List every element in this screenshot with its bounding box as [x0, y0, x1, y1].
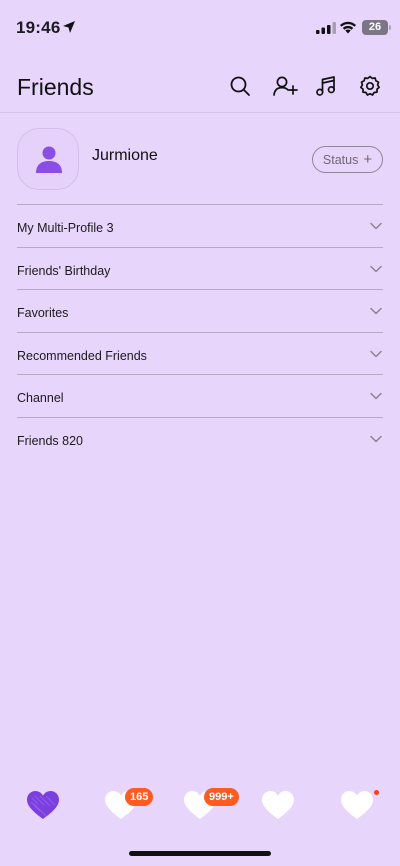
- section-label: Channel: [17, 391, 64, 406]
- wifi-icon: [340, 21, 356, 34]
- tab-friends-heart-icon[interactable]: [26, 790, 60, 820]
- friends-sections: My Multi-Profile 3 Friends' Birthday Fav…: [17, 204, 383, 460]
- section-recommended-friends[interactable]: Recommended Friends: [17, 331, 383, 375]
- chevron-down-icon: [370, 393, 382, 400]
- battery-nub: [389, 25, 391, 30]
- battery-icon: 26: [362, 20, 388, 35]
- chevron-down-icon: [370, 435, 382, 443]
- chevron-down-icon: [370, 265, 382, 272]
- home-indicator: [129, 851, 271, 856]
- section-favorites[interactable]: Favorites: [17, 289, 383, 332]
- chevron-down-icon: [370, 222, 382, 230]
- profile-name: Jurmione: [92, 147, 158, 164]
- settings-gear-icon[interactable]: [358, 74, 382, 98]
- chevron-down-icon: [370, 350, 382, 357]
- person-icon: [36, 146, 62, 173]
- header-divider: [0, 112, 400, 113]
- avatar[interactable]: [17, 128, 79, 190]
- battery-level: 26: [368, 21, 382, 33]
- my-profile[interactable]: Jurmione Status +: [0, 125, 400, 195]
- section-label: Friends 820: [17, 433, 84, 448]
- plus-icon: +: [363, 151, 373, 168]
- section-friends-birthday[interactable]: Friends' Birthday: [17, 246, 383, 290]
- page-title: Friends: [17, 74, 94, 100]
- section-label: Recommended Friends: [17, 348, 147, 363]
- section-label: My Multi-Profile 3: [17, 221, 114, 235]
- status-button[interactable]: Status +: [312, 146, 383, 173]
- tab-shopping-heart-icon[interactable]: [261, 790, 295, 820]
- status-time: 19:46: [16, 18, 61, 37]
- section-label: Friends' Birthday: [17, 263, 111, 278]
- tab-more-heart-icon[interactable]: [340, 790, 374, 820]
- chats-unread-badge: 165: [125, 788, 154, 806]
- chevron-down-icon: [370, 307, 382, 315]
- section-channel[interactable]: Channel: [17, 374, 383, 417]
- cellular-signal-icon: [316, 22, 336, 34]
- header: Friends: [0, 60, 400, 112]
- add-friend-icon[interactable]: [272, 74, 298, 98]
- section-multi-profile[interactable]: My Multi-Profile 3: [17, 204, 383, 247]
- new-notification-dot: [374, 790, 379, 795]
- status-bar: 19:46 26: [0, 0, 400, 56]
- location-arrow-icon: [63, 21, 75, 33]
- music-icon[interactable]: [314, 74, 338, 98]
- bottom-tab-bar: [0, 780, 400, 832]
- openchat-unread-badge: 999+: [204, 788, 239, 806]
- search-icon[interactable]: [228, 74, 252, 98]
- section-friends-list[interactable]: Friends 820: [17, 416, 383, 460]
- status-label: Status: [322, 152, 359, 167]
- section-label: Favorites: [17, 306, 69, 321]
